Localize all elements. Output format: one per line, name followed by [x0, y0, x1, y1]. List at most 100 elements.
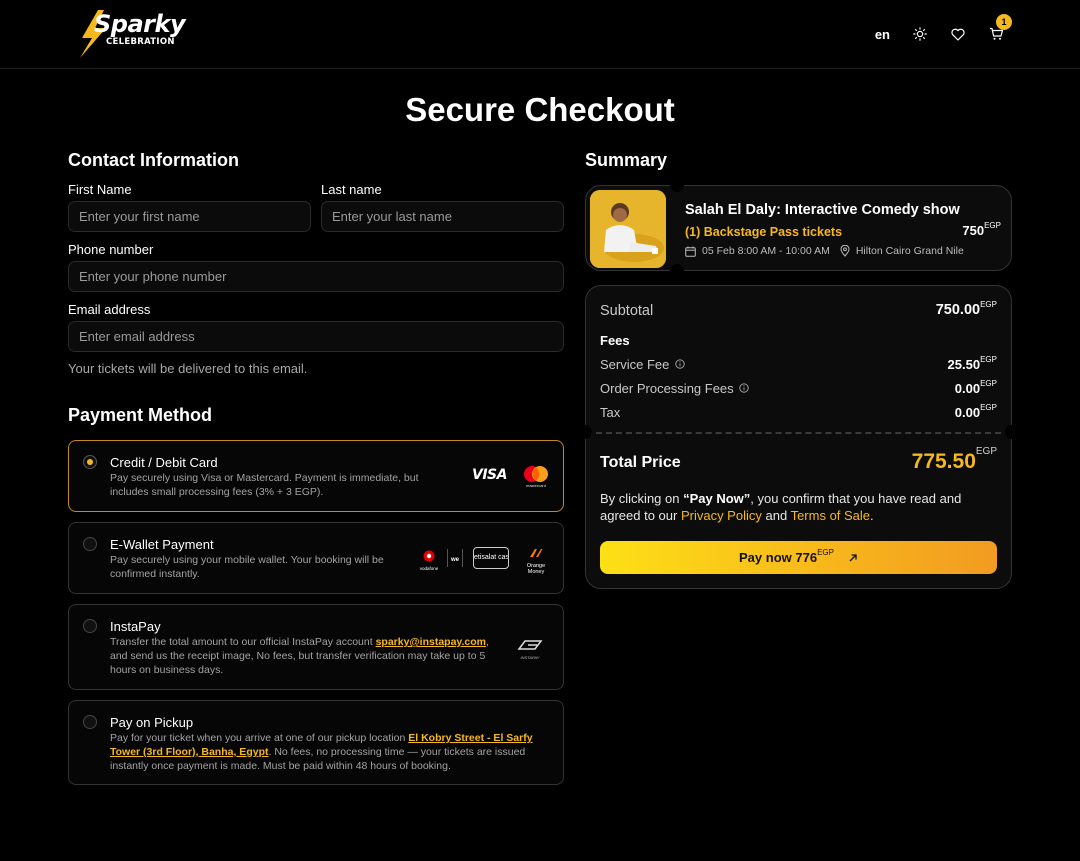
sparky-logo[interactable]: Sparky CELEBRATION: [76, 8, 186, 60]
legal-text-end: .: [870, 508, 874, 523]
last-name-field[interactable]: [321, 201, 564, 232]
logo-text: Sparky: [94, 10, 186, 38]
currency-label: EGP: [975, 446, 997, 457]
phone-input[interactable]: [79, 269, 553, 284]
first-name-label: First Name: [68, 182, 132, 197]
subtotal-amount: 750.00: [935, 302, 981, 318]
terms-agreement-text: By clicking on “Pay Now”, you confirm th…: [600, 490, 1005, 524]
ewallet-radio[interactable]: [83, 537, 97, 551]
payment-section-title: Payment Method: [68, 405, 213, 425]
total-price-label: Total Price: [600, 454, 681, 471]
processing-fee-amount: 0.00: [954, 381, 981, 396]
instapay-account-link[interactable]: sparky@instapay.com: [376, 636, 486, 648]
instapay-desc-start: Transfer the total amount to our officia…: [110, 636, 373, 648]
etisalat-cash-logo-icon: etisalat cash: [473, 547, 509, 569]
event-price-value: 750: [962, 223, 985, 238]
calendar-icon: [685, 246, 696, 257]
last-name-label: Last name: [321, 182, 382, 197]
instapay-radio[interactable]: [83, 619, 97, 633]
ticket-notch: [670, 178, 684, 192]
info-icon[interactable]: [675, 359, 685, 369]
fees-label: Fees: [600, 333, 630, 348]
terms-of-sale-link[interactable]: Terms of Sale: [791, 508, 870, 523]
tax-value: 0.00EGP: [954, 403, 997, 420]
legal-text-and: and: [761, 508, 791, 523]
payment-option-title: Pay on Pickup: [110, 715, 194, 730]
pay-now-quote: “Pay Now”: [683, 491, 751, 506]
first-name-input[interactable]: [79, 209, 300, 224]
payment-option-description: Transfer the total amount to our officia…: [110, 635, 490, 677]
phone-field[interactable]: [68, 261, 564, 292]
email-help-text: Your tickets will be delivered to this e…: [68, 361, 308, 376]
processing-fee-label: Order Processing Fees: [600, 381, 749, 396]
currency-label: EGP: [980, 379, 997, 388]
service-fee-value: 25.50EGP: [947, 355, 997, 372]
payment-option-description: Pay securely using your mobile wallet. Y…: [110, 554, 384, 580]
service-fee-label: Service Fee: [600, 357, 685, 372]
legal-text-start: By clicking on: [600, 491, 684, 506]
card-radio[interactable]: [83, 455, 97, 469]
pay-now-label: Pay now 776EGP: [739, 548, 834, 565]
contact-section-title: Contact Information: [68, 150, 239, 170]
orange-money-logo-icon: Orange Money: [521, 545, 551, 575]
first-name-field[interactable]: [68, 201, 311, 232]
payment-option-ewallet[interactable]: E-Wallet Payment Pay securely using your…: [68, 522, 564, 594]
page-title: Secure Checkout: [405, 91, 675, 128]
vodafone-logo-icon: vodafone: [417, 549, 441, 571]
payment-option-title: InstaPay: [110, 619, 161, 634]
currency-label: EGP: [980, 403, 997, 412]
service-fee-amount: 25.50: [947, 357, 981, 372]
processing-fee-text: Order Processing Fees: [600, 381, 734, 396]
pay-now-amount: Pay now 776: [739, 550, 818, 565]
arrow-up-right-icon: [849, 553, 857, 561]
event-price: 750EGP: [962, 221, 1001, 238]
ticket-quantity-type: (1) Backstage Pass tickets: [685, 225, 843, 239]
pickup-desc-start: Pay for your ticket when you arrive at o…: [110, 732, 409, 744]
summary-divider: [586, 432, 1011, 434]
location-pin-icon: [840, 245, 850, 257]
language-switcher[interactable]: en: [875, 27, 890, 42]
cart-count-badge: 1: [996, 14, 1012, 30]
total-price-value: 775.50EGP: [911, 446, 997, 474]
wishlist-heart-icon[interactable]: [950, 26, 966, 42]
payment-option-title: Credit / Debit Card: [110, 455, 218, 470]
summary-section-title: Summary: [585, 150, 668, 170]
payment-option-pickup[interactable]: Pay on Pickup Pay for your ticket when y…: [68, 700, 564, 785]
event-venue: Hilton Cairo Grand Nile: [855, 245, 964, 257]
email-input[interactable]: [79, 329, 553, 344]
email-label: Email address: [68, 302, 151, 317]
total-amount: 775.50: [911, 450, 976, 473]
tax-amount: 0.00: [954, 405, 981, 420]
payment-option-instapay[interactable]: InstaPay Transfer the total amount to ou…: [68, 604, 564, 690]
payment-option-description: Pay securely using Visa or Mastercard. P…: [110, 472, 419, 498]
service-fee-text: Service Fee: [600, 357, 670, 372]
cart-icon[interactable]: 1: [988, 14, 1012, 42]
email-field[interactable]: [68, 321, 564, 352]
event-datetime: 05 Feb 8:00 AM - 10:00 AM: [702, 245, 830, 257]
payment-option-title: E-Wallet Payment: [110, 537, 214, 552]
last-name-input[interactable]: [332, 209, 553, 224]
subtotal-value: 750.00EGP: [935, 300, 997, 318]
event-meta: 05 Feb 8:00 AM - 10:00 AM Hilton Cairo G…: [685, 245, 964, 257]
payment-option-card[interactable]: Credit / Debit Card Pay securely using V…: [68, 440, 564, 512]
processing-fee-value: 0.00EGP: [954, 379, 997, 396]
payment-option-description: Pay for your ticket when you arrive at o…: [110, 731, 555, 773]
event-ticket-card: Salah El Daly: Interactive Comedy show (…: [585, 178, 1012, 278]
info-icon[interactable]: [739, 383, 749, 393]
phone-label: Phone number: [68, 242, 154, 257]
subtotal-label: Subtotal: [600, 303, 654, 319]
pickup-radio[interactable]: [83, 715, 97, 729]
logo-subtext: CELEBRATION: [106, 37, 175, 47]
event-title: Salah El Daly: Interactive Comedy show: [685, 202, 960, 218]
currency-label: EGP: [817, 548, 834, 557]
event-thumbnail: [590, 190, 666, 268]
theme-toggle-sun-icon[interactable]: [912, 26, 928, 42]
tax-label: Tax: [600, 405, 621, 420]
privacy-policy-link[interactable]: Privacy Policy: [681, 508, 762, 523]
ticket-notch: [578, 425, 592, 439]
ticket-notch: [1005, 425, 1019, 439]
visa-logo-icon: VISA: [472, 467, 507, 483]
pay-now-button[interactable]: Pay now 776EGP: [600, 541, 997, 574]
currency-label: EGP: [980, 300, 997, 309]
instapay-logo-icon: INSTAPAY: [515, 637, 545, 660]
